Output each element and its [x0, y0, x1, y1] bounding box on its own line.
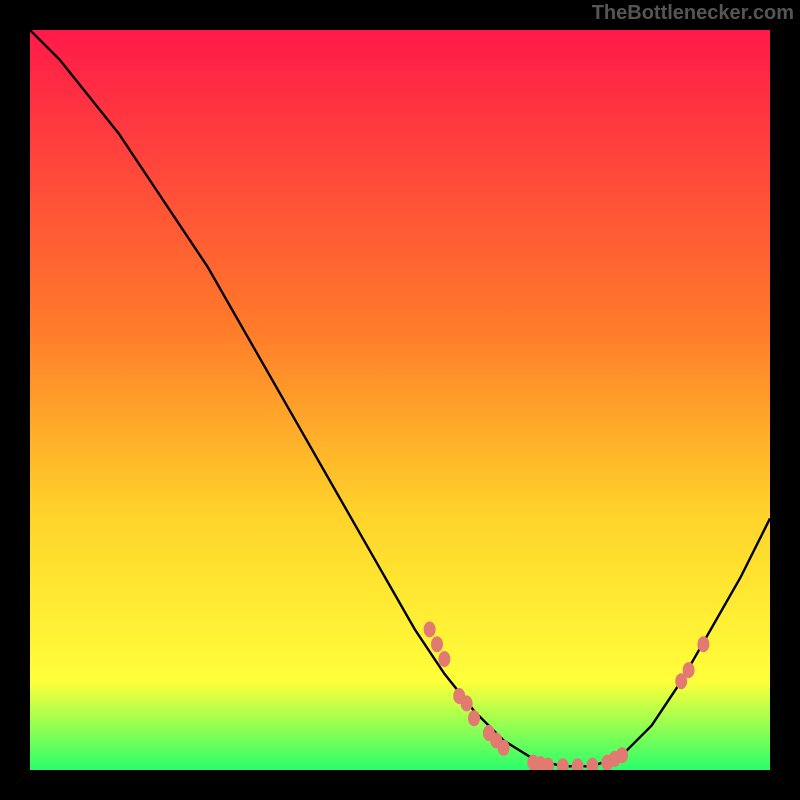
plot-area: [30, 30, 770, 770]
data-marker: [438, 651, 450, 667]
chart-svg: [30, 30, 770, 770]
data-marker: [683, 662, 695, 678]
data-marker: [431, 636, 443, 652]
watermark-text: TheBottlenecker.com: [592, 2, 794, 25]
data-marker: [424, 621, 436, 637]
data-marker: [616, 747, 628, 763]
data-marker: [461, 695, 473, 711]
gradient-background: [30, 30, 770, 770]
data-marker: [498, 740, 510, 756]
data-marker: [697, 636, 709, 652]
chart-container: TheBottlenecker.com: [0, 0, 800, 800]
data-marker: [468, 710, 480, 726]
